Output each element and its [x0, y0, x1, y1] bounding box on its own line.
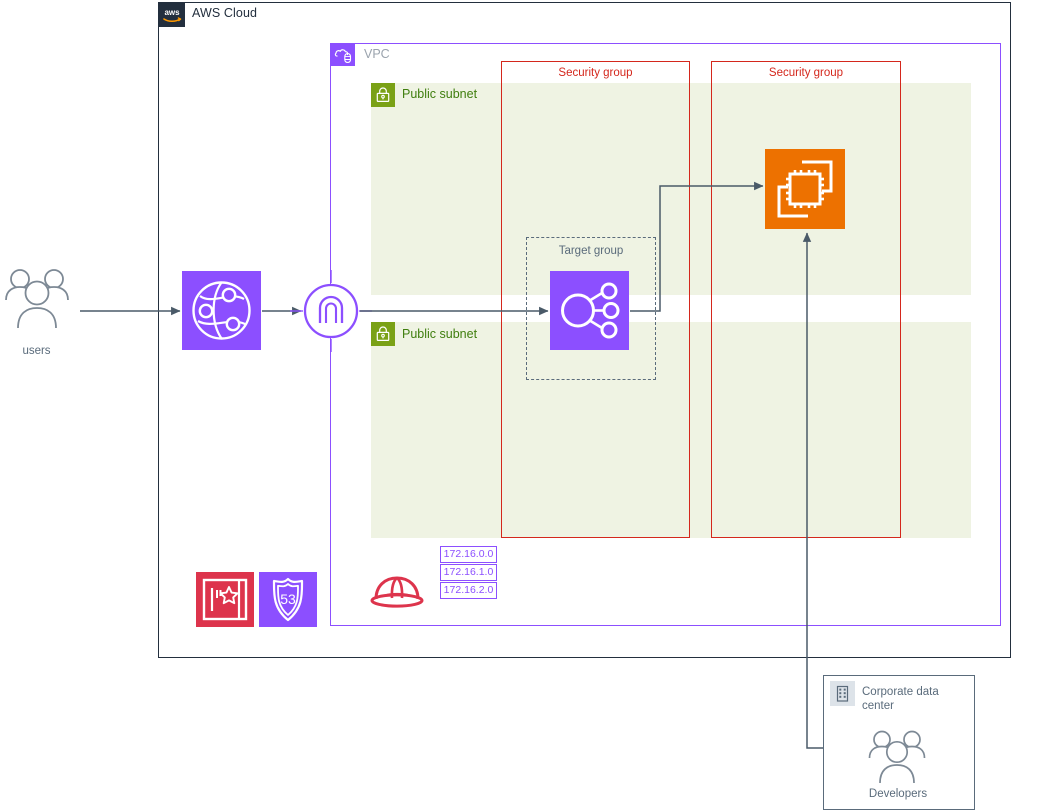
users-group-icon	[868, 728, 926, 790]
corporate-building-icon	[830, 681, 855, 706]
target-group-label: Target group	[558, 245, 624, 257]
diagram-canvas: aws AWS Cloud VPC Public subnet Public s…	[0, 0, 1041, 811]
vpc-cloud-icon	[331, 44, 355, 66]
svg-text:aws: aws	[164, 8, 180, 17]
cidr-block-1: 172.16.1.0	[440, 564, 497, 581]
ec2-instance-icon[interactable]	[765, 149, 845, 229]
target-group-nodes-icon[interactable]	[550, 271, 629, 350]
vpc-label: VPC	[364, 47, 390, 61]
route-53-number: 53	[280, 591, 296, 607]
aws-logo-icon: aws	[159, 3, 185, 27]
cloudfront-globe-icon[interactable]	[182, 271, 261, 350]
aws-cloud-label: AWS Cloud	[192, 6, 258, 20]
internet-gateway-icon[interactable]	[303, 283, 359, 339]
public-subnet-bottom-label: Public subnet	[402, 327, 478, 341]
route-53-icon[interactable]: 53	[259, 572, 317, 627]
lock-icon	[371, 322, 395, 346]
public-subnet-top-label: Public subnet	[402, 87, 478, 101]
security-group-2	[711, 61, 901, 538]
hard-hat-icon[interactable]	[366, 567, 428, 611]
security-group-2-label: Security group	[768, 67, 844, 79]
users-group-icon	[4, 266, 70, 336]
security-group-1-label: Security group	[558, 67, 633, 79]
developers-label: Developers	[868, 788, 928, 800]
cidr-block-0: 172.16.0.0	[440, 546, 497, 563]
corporate-data-center-label: Corporate data center	[862, 686, 939, 712]
users-label: users	[22, 345, 51, 357]
cidr-block-2: 172.16.2.0	[440, 582, 497, 599]
certificate-manager-icon[interactable]	[196, 572, 254, 627]
lock-icon	[371, 83, 395, 107]
